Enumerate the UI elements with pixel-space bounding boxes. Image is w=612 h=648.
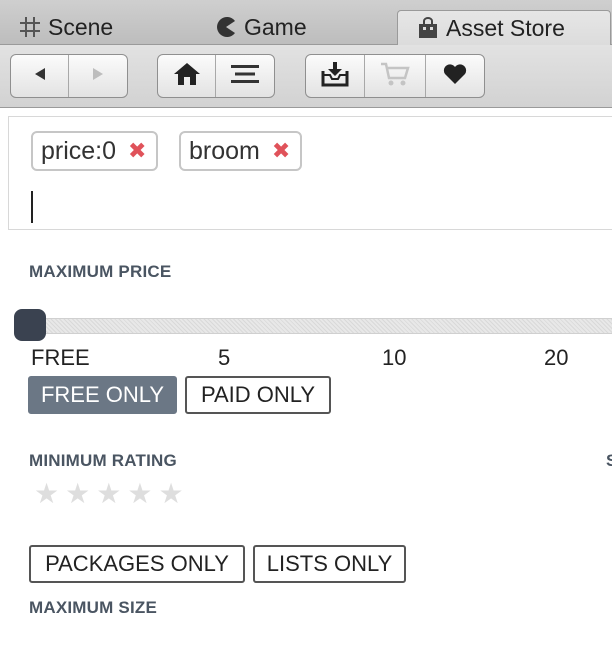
tab-bar: Scene Game Asset Store: [0, 0, 612, 45]
cart-button[interactable]: [365, 55, 426, 97]
home-icon: [173, 62, 201, 91]
shopping-bag-icon: [416, 16, 440, 40]
menu-button[interactable]: [216, 55, 274, 97]
menu-icon: [231, 64, 259, 89]
lists-only-button[interactable]: LISTS ONLY: [253, 545, 406, 583]
tab-scene[interactable]: Scene: [18, 10, 113, 44]
star-icon[interactable]: ★: [96, 480, 121, 508]
text-caret: [31, 191, 33, 223]
home-button[interactable]: [158, 55, 216, 97]
cart-icon: [380, 61, 410, 92]
star-icon[interactable]: ★: [127, 480, 152, 508]
max-size-label: MAXIMUM SIZE: [29, 598, 158, 617]
max-price-slider[interactable]: [22, 318, 612, 334]
search-chip-broom[interactable]: broom ✖: [179, 131, 303, 171]
search-input[interactable]: price:0 ✖ broom ✖: [8, 116, 612, 230]
price-tick-label: 10: [382, 345, 407, 370]
clipped-label: S: [606, 451, 612, 470]
star-icon[interactable]: ★: [158, 480, 183, 508]
tab-game-label: Game: [244, 13, 307, 40]
search-chip-price[interactable]: price:0 ✖: [31, 131, 159, 171]
downloads-button[interactable]: [306, 55, 365, 97]
toolbar: [0, 45, 612, 108]
price-tick-label: 20: [544, 345, 569, 370]
min-rating-label: MINIMUM RATING: [29, 451, 177, 470]
star-icon[interactable]: ★: [34, 480, 59, 508]
tab-asset-store[interactable]: Asset Store: [397, 10, 611, 45]
max-price-label: MAXIMUM PRICE: [29, 262, 172, 281]
chip-remove-icon[interactable]: ✖: [128, 138, 146, 164]
forward-icon: [91, 66, 105, 87]
back-icon: [33, 66, 47, 87]
price-tick-label: 5: [218, 345, 231, 370]
downloads-icon: [320, 61, 350, 92]
favorites-button[interactable]: [426, 55, 484, 97]
chip-label: price:0: [41, 136, 117, 165]
heart-icon: [443, 63, 467, 90]
paid-only-button[interactable]: PAID ONLY: [185, 376, 331, 414]
grid-icon: [18, 15, 42, 39]
rating-stars: ★ ★ ★ ★ ★: [34, 480, 184, 508]
price-tick-label: FREE: [31, 345, 90, 370]
back-button[interactable]: [11, 55, 69, 97]
packages-only-button[interactable]: PACKAGES ONLY: [29, 545, 245, 583]
chip-remove-icon[interactable]: ✖: [272, 138, 290, 164]
chip-label: broom: [189, 136, 260, 165]
pacman-icon: [214, 15, 238, 39]
free-only-button[interactable]: FREE ONLY: [28, 376, 177, 414]
home-button-group: [157, 54, 275, 98]
store-button-group: [305, 54, 485, 98]
asset-store-panel: price:0 ✖ broom ✖ MAXIMUM PRICE FREE 5 1…: [0, 108, 612, 648]
tab-scene-label: Scene: [48, 13, 114, 40]
tab-game[interactable]: Game: [214, 10, 307, 44]
tab-asset-store-label: Asset Store: [446, 14, 565, 41]
max-price-slider-handle[interactable]: [14, 309, 46, 341]
star-icon[interactable]: ★: [65, 480, 90, 508]
nav-button-group: [10, 54, 128, 98]
forward-button[interactable]: [69, 55, 127, 97]
